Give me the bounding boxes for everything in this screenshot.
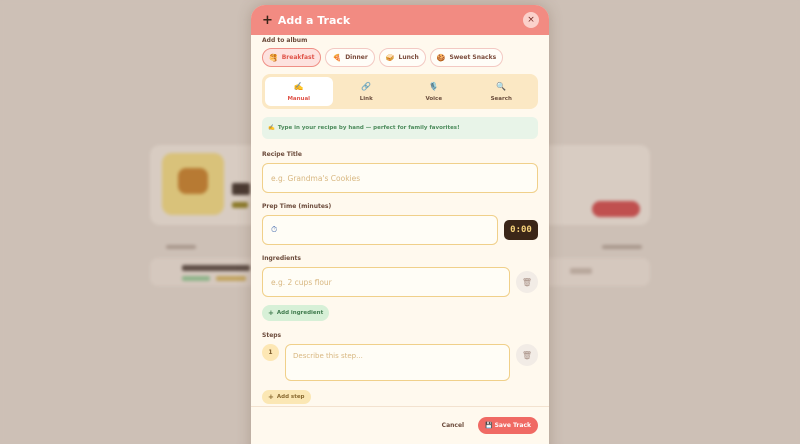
tab-voice[interactable]: 🎙️ Voice xyxy=(400,77,468,106)
add-step-label: Add step xyxy=(276,394,305,400)
add-ingredient-label: Add ingredient xyxy=(276,310,324,316)
close-icon: × xyxy=(527,15,535,25)
tab-link[interactable]: 🔗 Link xyxy=(333,77,401,106)
floppy-disk-icon: 💾 xyxy=(485,422,493,429)
ingredient-placeholder: e.g. 2 cups flour xyxy=(271,277,332,287)
prep-time-label: Prep Time (minutes) xyxy=(262,203,332,210)
writing-hand-icon: ✍️ xyxy=(293,81,304,91)
track-title-blurred xyxy=(182,265,250,271)
close-button[interactable]: × xyxy=(523,12,539,28)
track-tag-blurred xyxy=(216,276,246,281)
ingredient-input[interactable]: e.g. 2 cups flour xyxy=(262,267,510,297)
tab-label: Manual xyxy=(287,95,311,102)
recipe-title-label: Recipe Title xyxy=(262,151,302,158)
cookie-icon: 🍪 xyxy=(436,53,446,62)
cancel-button[interactable]: Cancel xyxy=(438,422,468,429)
trash-icon: 🗑 xyxy=(521,350,533,360)
play-button-blurred xyxy=(592,201,640,217)
link-icon: 🔗 xyxy=(361,81,372,91)
recipe-title-placeholder: e.g. Grandma's Cookies xyxy=(271,173,361,183)
add-track-modal: + Add a Track × Add to album 🥞 Breakfast… xyxy=(251,5,549,444)
step-placeholder: Describe this step... xyxy=(293,352,363,360)
modal-title: Add a Track xyxy=(277,13,351,27)
input-mode-tabs: ✍️ Manual 🔗 Link 🎙️ Voice 🔍 Search xyxy=(262,74,538,109)
album-chip-label: Dinner xyxy=(345,54,368,61)
pancake-icon: 🥞 xyxy=(269,53,278,62)
album-chip-label: Breakfast xyxy=(281,54,315,61)
album-chip-dinner[interactable]: 🍕 Dinner xyxy=(325,48,375,67)
ingredients-label: Ingredients xyxy=(262,255,301,262)
microphone-icon: 🎙️ xyxy=(428,81,439,91)
prep-time-input[interactable]: ⏱ xyxy=(262,215,498,245)
tab-search[interactable]: 🔍 Search xyxy=(468,77,536,106)
search-icon: 🔍 xyxy=(496,81,507,91)
step-textarea[interactable]: Describe this step... xyxy=(285,344,510,381)
track-action-blurred xyxy=(570,268,592,274)
plus-icon: + xyxy=(262,12,273,28)
tab-label: Link xyxy=(359,95,373,102)
steps-label: Steps xyxy=(262,332,282,339)
hint-text: Type in your recipe by hand — perfect fo… xyxy=(277,125,460,131)
remove-step-button[interactable]: 🗑 xyxy=(516,344,538,366)
album-subtitle-blurred xyxy=(232,202,248,208)
recipe-title-input[interactable]: e.g. Grandma's Cookies xyxy=(262,163,538,193)
modal-body: Add to album 🥞 Breakfast 🍕 Dinner 🥪 Lunc… xyxy=(251,37,549,404)
trash-icon: 🗑 xyxy=(521,277,533,287)
plus-icon: + xyxy=(268,309,274,317)
modal-footer: Cancel 💾 Save Track xyxy=(251,406,549,444)
manual-hint: ✍️ Type in your recipe by hand — perfect… xyxy=(262,117,538,139)
add-ingredient-button[interactable]: + Add ingredient xyxy=(262,305,330,321)
album-title-blurred xyxy=(232,183,250,195)
tab-label: Search xyxy=(490,95,512,102)
step-row: 1 Describe this step... 🗑 xyxy=(262,344,538,381)
album-chip-label: Sweet Snacks xyxy=(449,54,497,61)
album-chip-sweet-snacks[interactable]: 🍪 Sweet Snacks xyxy=(429,48,504,67)
album-cover-image xyxy=(178,168,208,194)
tab-label: Voice xyxy=(425,95,443,102)
remove-ingredient-button[interactable]: 🗑 xyxy=(516,271,538,293)
tab-manual[interactable]: ✍️ Manual xyxy=(265,77,333,106)
track-list-header-right-blurred xyxy=(602,245,642,249)
album-chip-lunch[interactable]: 🥪 Lunch xyxy=(378,48,426,67)
step-number: 1 xyxy=(262,344,279,361)
add-step-button[interactable]: + Add step xyxy=(262,390,311,404)
track-tag-blurred xyxy=(182,276,210,281)
album-label: Add to album xyxy=(262,37,308,44)
plus-icon: + xyxy=(268,393,274,401)
album-selector: 🥞 Breakfast 🍕 Dinner 🥪 Lunch 🍪 Sweet Sna… xyxy=(262,48,538,67)
sandwich-icon: 🥪 xyxy=(385,53,395,62)
prep-time-display: 0:00 xyxy=(504,220,538,240)
album-chip-breakfast[interactable]: 🥞 Breakfast xyxy=(262,48,322,67)
pizza-icon: 🍕 xyxy=(332,53,342,62)
prep-time-row: ⏱ 0:00 xyxy=(262,215,538,245)
album-chip-label: Lunch xyxy=(398,54,419,61)
save-track-label: Save Track xyxy=(494,422,531,429)
writing-hand-icon: ✍️ xyxy=(268,125,275,131)
track-list-header-blurred xyxy=(166,245,196,249)
timer-icon: ⏱ xyxy=(271,225,278,234)
ingredient-row: e.g. 2 cups flour 🗑 xyxy=(262,267,538,297)
save-track-button[interactable]: 💾 Save Track xyxy=(478,417,538,434)
modal-header: + Add a Track × xyxy=(251,5,549,35)
